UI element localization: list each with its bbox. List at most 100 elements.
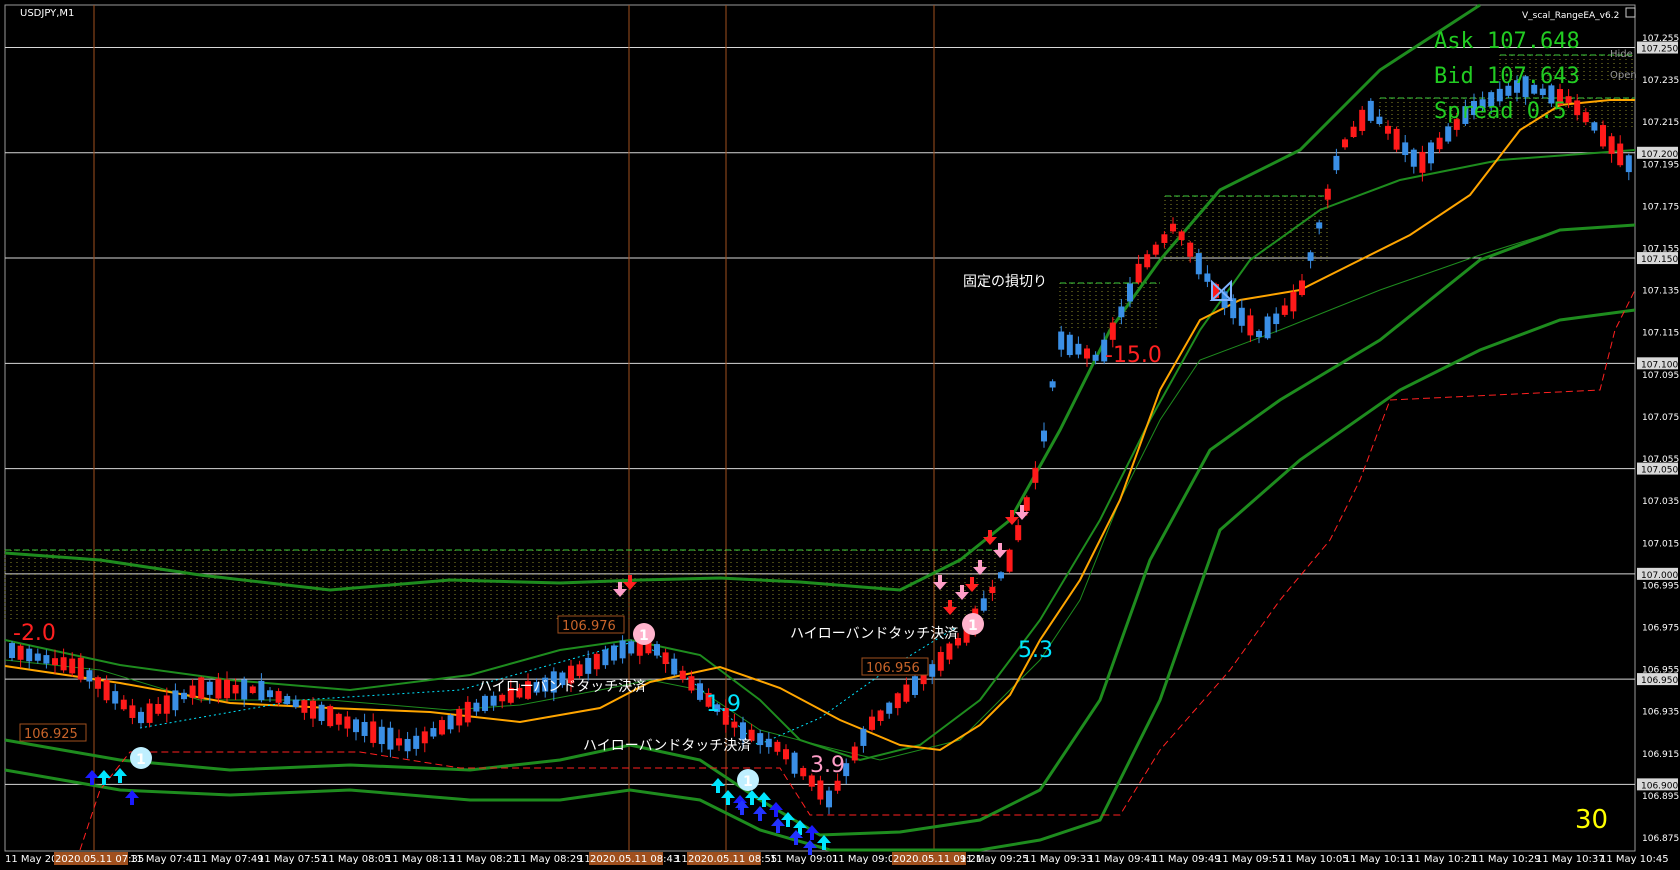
candle-body [249,686,256,694]
candle-body [1264,316,1271,339]
candle-body [482,695,488,711]
price-level-label: 106.950 [1641,676,1678,686]
candle-body [654,644,660,656]
candle-body [1230,298,1237,319]
candle-body [1127,283,1133,302]
candle-body [1135,263,1142,283]
candle-body [1307,252,1314,261]
candle-body [1178,231,1185,241]
candle-body [17,645,24,660]
candle-body [163,695,170,714]
price-chart[interactable]: 107.255107.235107.215107.195107.175107.1… [0,0,1680,870]
time-tick: 11 May 09:41 [1088,854,1157,865]
ask-price: Ask 107.648 [1434,29,1580,54]
candle-body [1144,254,1151,268]
entry-marker-3: 1 [737,769,759,791]
svg-text:1: 1 [743,774,753,790]
candle-body [1195,253,1202,275]
time-tick: 2020.05.11 08:55 [688,854,777,865]
candle-body [998,572,1004,579]
candle-body [60,657,67,671]
candle-body [1591,122,1598,131]
price-tick: 107.215 [1642,118,1679,128]
candle-body [1582,112,1589,123]
price-tick: 106.975 [1642,623,1679,633]
candle-body [155,704,162,714]
candle-body [731,721,738,728]
candle-body [95,677,101,689]
time-tick: 11 May 09:57 [1216,854,1285,865]
candle-body [1539,88,1546,96]
candle-body [1092,354,1099,361]
candle-body [980,598,987,611]
time-tick: 11 May 10:21 [1408,854,1477,865]
candle-body [800,767,807,777]
price-tick: 107.115 [1642,329,1679,339]
candle-body [301,700,308,713]
candle-body [1600,125,1606,147]
candle-body [1385,125,1391,134]
candle-body [1084,348,1090,359]
hide-button[interactable]: Hide [1610,49,1633,60]
candle-body [929,664,936,677]
candle-body [267,690,273,698]
candle-body [1066,334,1073,356]
candle-body [1625,155,1632,173]
candle-body [1402,142,1409,156]
svg-text:1: 1 [639,628,649,644]
time-tick: 11 May 10:45 [1600,854,1669,865]
candle-body [1273,313,1280,325]
price-tag-1: 106.925 [24,727,78,742]
candle-body [198,677,205,699]
candle-body [628,641,635,654]
open-button[interactable]: Open [1610,70,1637,81]
price-tag-3: 106.956 [866,661,920,676]
candle-body [361,721,368,736]
candle-body [473,702,480,712]
price-tick: 107.235 [1642,76,1679,86]
candle-body [826,790,832,808]
candle-body [26,648,33,662]
candle-body [335,713,342,725]
candle-body [1109,322,1116,340]
candle-body [697,683,703,700]
candle-body [791,752,798,774]
candle-body [765,738,772,748]
candle-body [275,691,282,703]
entry-marker-4: 1 [962,613,984,635]
timeframe-number: 30 [1575,805,1608,835]
candle-body [1324,188,1331,200]
candle-body [1565,96,1572,103]
candle-body [576,664,583,677]
candle-body [464,701,471,723]
candle-body [1608,136,1615,154]
candle-body [370,721,377,743]
candle-body [378,726,385,745]
price-level-label: 107.250 [1641,45,1678,55]
time-tick: 11 May 07:41 [130,854,199,865]
candle-body [662,652,669,665]
svg-text:1: 1 [136,752,146,768]
candle-body [869,716,875,730]
candle-body [129,705,136,718]
time-tick: 11 May 08:05 [322,854,391,865]
time-tick: 11 May 10:29 [1472,854,1541,865]
candle-body [1333,155,1340,171]
candle-body [1445,126,1452,142]
ea-title: V_scal_RangeEA_v6.2 [1522,11,1619,21]
candle-body [86,670,93,682]
candle-body [413,735,420,749]
time-tick: 11 May 10:13 [1344,854,1413,865]
candle-body [1238,307,1245,326]
candle-body [490,695,497,706]
candle-body [77,657,84,680]
candle-body [602,649,609,666]
candle-body [284,696,291,705]
candle-body [593,653,600,670]
candle-body [447,715,454,730]
candle-body [43,655,50,664]
time-tick: 11 May 09:25 [960,854,1029,865]
price-level-label: 107.150 [1641,255,1678,265]
candle-body [860,728,867,746]
candle-body [353,719,359,733]
